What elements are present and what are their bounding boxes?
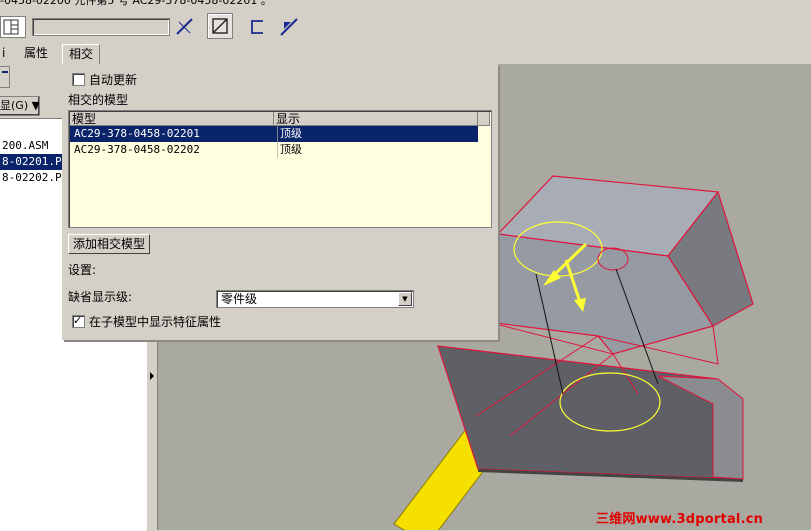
settings-label: 设置: (68, 263, 97, 277)
box-slash-icon[interactable] (207, 13, 233, 39)
auto-update-label: 自动更新 (89, 73, 138, 87)
checkbox-box[interactable] (72, 313, 85, 329)
dropdown-list-icon[interactable] (0, 16, 26, 38)
tab-properties[interactable]: 属性 (18, 44, 54, 63)
tab-layers[interactable]: i (0, 44, 11, 63)
watermark: 三维网www.3dportal.cn (596, 512, 764, 527)
show-feature-attributes-label: 在子模型中显示特征属性 (89, 315, 222, 329)
default-display-level-select[interactable]: 零件级 ▼ (216, 290, 414, 308)
toolbar (0, 10, 811, 42)
table-corner-button (478, 112, 490, 126)
tree-show-button[interactable]: 显(G) ▼ (0, 96, 40, 116)
select-value: 零件级 (221, 292, 258, 306)
model-cell: AC29-378-0458-02202 (74, 143, 200, 156)
checkbox-box[interactable] (72, 73, 85, 86)
intersected-models-table[interactable]: 模型 显示 AC29-378-0458-02201 顶级 AC29-378-04… (68, 110, 492, 228)
tree-toggle-button[interactable] (0, 66, 10, 88)
add-intersect-model-button[interactable]: 添加相交模型 (68, 234, 151, 254)
display-cell: 顶级 (280, 127, 302, 140)
tab-intersect[interactable]: 相交 (62, 44, 101, 64)
table-row[interactable]: AC29-378-0458-02201 顶级 (70, 126, 478, 142)
sketch-slash-icon[interactable] (172, 14, 198, 40)
model-cell: AC29-378-0458-02201 (74, 127, 200, 140)
column-header-model[interactable]: 模型 (70, 112, 274, 126)
window-title: -0458-02200 元件第5 号 AC29-378-0458-02201 。 (0, 0, 272, 7)
toolbar-input[interactable] (32, 18, 170, 36)
tree-item[interactable]: 200.ASM (0, 138, 48, 154)
slash-arrow-icon[interactable] (276, 14, 302, 40)
intersected-models-label: 相交的模型 (68, 93, 129, 107)
panel-splitter[interactable] (146, 340, 158, 530)
auto-update-checkbox[interactable]: 自动更新 (72, 72, 137, 88)
table-row[interactable]: AC29-378-0458-02202 顶级 (70, 142, 478, 158)
bracket-icon[interactable] (245, 14, 271, 40)
default-display-level-label: 缺省显示级: (68, 290, 133, 304)
chevron-down-icon[interactable]: ▼ (398, 292, 412, 306)
display-cell: 顶级 (280, 143, 302, 156)
column-header-display[interactable]: 显示 (274, 112, 478, 126)
tab-bar: i 属性 相交 (0, 42, 500, 64)
show-feature-attributes-checkbox[interactable]: 在子模型中显示特征属性 (72, 313, 222, 330)
intersect-panel: 自动更新 相交的模型 模型 显示 AC29-378-0458-02201 顶级 … (62, 64, 498, 340)
